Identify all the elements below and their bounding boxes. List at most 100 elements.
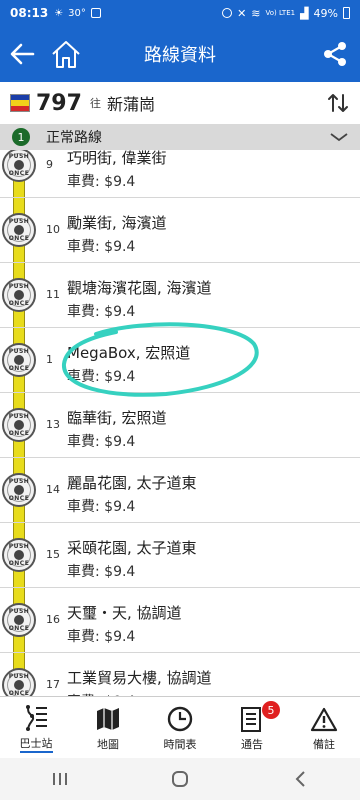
stop-fare: 車費: $9.4 <box>67 304 136 320</box>
stop-list[interactable]: PUSH ONCE 9 巧明街, 偉業街 車費: $9.4 PUSH ONCE 10 勵業街, … <box>0 150 360 696</box>
route-destination: 新蒲崗 <box>106 95 155 114</box>
bus-company-icon <box>10 94 30 112</box>
back-button[interactable] <box>0 26 44 82</box>
mute-icon: ✕ <box>237 6 247 20</box>
once-label: ONCE <box>8 495 30 502</box>
nav-label: 巴士站 <box>19 735 53 753</box>
stop-sequence: 1 <box>46 353 53 366</box>
home-icon <box>52 41 80 68</box>
map-icon <box>97 707 119 730</box>
stop-sequence: 15 <box>46 548 60 561</box>
system-home-button[interactable] <box>160 764 200 794</box>
stop-fare: 車費: $9.4 <box>67 239 136 255</box>
stop-fare: 車費: $9.4 <box>67 434 136 450</box>
stop-name: 天璽・天, 協調道 <box>67 604 182 622</box>
nav-timetable[interactable]: 時間表 <box>144 697 216 758</box>
push-once-bell-icon[interactable]: PUSH ONCE <box>2 668 36 696</box>
push-once-bell-icon[interactable]: PUSH ONCE <box>2 278 36 312</box>
back-chevron-icon <box>295 771 305 787</box>
stop-row[interactable]: PUSH ONCE 1 MegaBox, 宏照道 車費: $9.4 <box>0 328 360 393</box>
wifi-icon: ≋ <box>251 6 261 20</box>
weather-icon: ☀ <box>54 7 64 19</box>
status-time: 08:13 <box>10 6 49 20</box>
stop-sequence: 13 <box>46 418 60 431</box>
alarm-icon <box>222 8 233 18</box>
nav-bus-stops[interactable]: 巴士站 <box>0 697 72 758</box>
nav-remarks[interactable]: 備註 <box>288 697 360 758</box>
once-label: ONCE <box>8 560 30 567</box>
push-label: PUSH <box>8 153 30 160</box>
once-label: ONCE <box>8 300 30 307</box>
once-label: ONCE <box>8 365 30 372</box>
push-once-bell-icon[interactable]: PUSH ONCE <box>2 343 36 377</box>
nav-notices[interactable]: 通告 5 <box>216 697 288 758</box>
swap-direction-icon <box>328 94 348 112</box>
stop-fare: 車費: $9.4 <box>67 174 136 190</box>
stop-sequence: 16 <box>46 613 60 626</box>
stop-row[interactable]: PUSH ONCE 16 天璽・天, 協調道 車費: $9.4 <box>0 588 360 653</box>
stop-row[interactable]: PUSH ONCE 10 勵業街, 海濱道 車費: $9.4 <box>0 198 360 263</box>
push-once-bell-icon[interactable]: PUSH ONCE <box>2 603 36 637</box>
direction-badge: 1 <box>12 128 30 146</box>
nav-map[interactable]: 地圖 <box>72 697 144 758</box>
push-once-bell-icon[interactable]: PUSH ONCE <box>2 408 36 442</box>
reverse-direction-button[interactable] <box>316 82 360 124</box>
system-back-button[interactable] <box>280 764 320 794</box>
route-to-label: 往 <box>89 97 101 110</box>
share-button[interactable] <box>310 26 360 82</box>
route-stops-icon <box>26 704 47 731</box>
push-label: PUSH <box>8 543 30 550</box>
once-label: ONCE <box>8 170 30 177</box>
home-button[interactable] <box>44 26 88 82</box>
stop-row[interactable]: PUSHONCE17工業貿易大樓, 協調道車費: $9.4 <box>0 653 360 696</box>
system-nav-bar <box>0 758 360 800</box>
stop-row[interactable]: PUSH ONCE 14 麗晶花園, 太子道東 車費: $9.4 <box>0 458 360 523</box>
push-label: PUSH <box>8 283 30 290</box>
nav-label: 地圖 <box>97 737 119 751</box>
direction-selector[interactable]: 1 正常路線 <box>0 124 360 150</box>
direction-label: 正常路線 <box>46 130 102 146</box>
bottom-nav: 巴士站 地圖 時間表 通告 5 備註 <box>0 696 360 758</box>
stop-row[interactable]: PUSH ONCE 11 觀塘海濱花園, 海濱道 車費: $9.4 <box>0 263 360 328</box>
nav-label: 時間表 <box>163 737 197 751</box>
push-once-bell-icon[interactable]: PUSH ONCE <box>2 150 36 182</box>
push-label: PUSH <box>8 348 30 355</box>
stop-name: 臨華街, 宏照道 <box>67 409 167 427</box>
recent-apps-icon <box>53 773 67 785</box>
once-label: ONCE <box>8 430 30 437</box>
stop-fare: 車費: $9.4 <box>67 629 136 645</box>
chevron-down-icon <box>330 133 348 142</box>
stop-sequence: 9 <box>46 158 53 171</box>
battery-level: 49% <box>313 6 338 20</box>
stop-row[interactable]: PUSH ONCE 9 巧明街, 偉業街 車費: $9.4 <box>0 150 360 198</box>
push-once-bell-icon[interactable]: PUSH ONCE <box>2 538 36 572</box>
push-label: PUSH <box>8 478 30 485</box>
clock-icon <box>167 706 193 731</box>
temperature: 30° <box>68 7 86 19</box>
stop-fare: 車費: $9.4 <box>67 564 136 580</box>
stop-name: 巧明街, 偉業街 <box>67 150 167 167</box>
gallery-icon <box>90 8 101 18</box>
nav-label: 備註 <box>313 737 335 751</box>
push-label: PUSH <box>8 218 30 225</box>
battery-icon <box>343 7 350 19</box>
home-circle-icon <box>172 771 188 787</box>
push-label: PUSH <box>8 673 30 680</box>
stop-name: 工業貿易大樓, 協調道 <box>67 669 212 687</box>
arrow-left-icon <box>10 43 35 65</box>
share-icon <box>324 42 346 66</box>
stop-row[interactable]: PUSH ONCE 15 采頤花園, 太子道東 車費: $9.4 <box>0 523 360 588</box>
stop-name: 觀塘海濱花園, 海濱道 <box>67 279 212 297</box>
stop-row[interactable]: PUSH ONCE 13 臨華街, 宏照道 車費: $9.4 <box>0 393 360 458</box>
stop-name: 勵業街, 海濱道 <box>67 214 167 232</box>
push-label: PUSH <box>8 608 30 615</box>
nav-label: 通告 <box>241 737 263 751</box>
push-once-bell-icon[interactable]: PUSH ONCE <box>2 213 36 247</box>
push-once-bell-icon[interactable]: PUSH ONCE <box>2 473 36 507</box>
stop-name: 采頤花園, 太子道東 <box>67 539 197 557</box>
stop-sequence: 10 <box>46 223 60 236</box>
once-label: ONCE <box>8 235 30 242</box>
app-bar: 路線資料 <box>0 26 360 82</box>
stop-name: MegaBox, 宏照道 <box>67 344 191 362</box>
recent-apps-button[interactable] <box>40 764 80 794</box>
